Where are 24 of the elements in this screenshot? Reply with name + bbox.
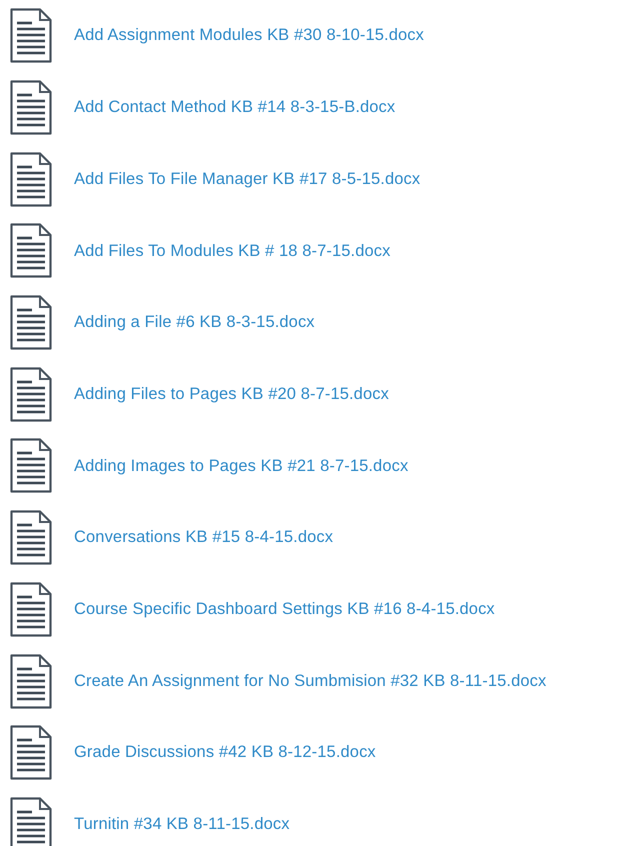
file-link[interactable]: Turnitin #34 KB 8-11-15.docx — [74, 812, 290, 837]
file-link[interactable]: Conversations KB #15 8-4-15.docx — [74, 525, 334, 550]
file-link[interactable]: Add Files To Modules KB # 18 8-7-15.docx — [74, 238, 390, 264]
file-link[interactable]: Adding Files to Pages KB #20 8-7-15.docx — [74, 382, 389, 407]
file-link[interactable]: Add Assignment Modules KB #30 8-10-15.docx — [74, 23, 424, 48]
file-link[interactable]: Adding Images to Pages KB #21 8-7-15.docx — [74, 454, 408, 478]
file-link[interactable]: Create An Assignment for No Sumbmision #32 KB 8-11-15.docx — [74, 668, 546, 694]
file-link[interactable]: Add Contact Method KB #14 8-3-15-B.docx — [74, 95, 396, 120]
document-icon — [10, 80, 52, 136]
document-icon — [10, 796, 52, 846]
document-icon — [10, 438, 52, 494]
document-icon — [10, 8, 52, 64]
file-link[interactable]: Course Specific Dashboard Settings KB #16 8-4-15.docx — [74, 596, 495, 622]
document-icon — [10, 582, 52, 637]
document-icon — [10, 510, 52, 566]
document-icon — [10, 152, 52, 207]
document-icon — [10, 366, 52, 422]
file-link[interactable]: Adding a File #6 KB 8-3-15.docx — [74, 310, 315, 335]
file-link[interactable]: Add Files To File Manager KB #17 8-5-15.docx — [74, 166, 420, 192]
document-icon — [10, 223, 52, 278]
document-icon — [10, 654, 52, 709]
document-icon — [10, 295, 52, 350]
file-link[interactable]: Grade Discussions #42 KB 8-12-15.docx — [74, 740, 376, 766]
document-icon — [10, 725, 52, 780]
